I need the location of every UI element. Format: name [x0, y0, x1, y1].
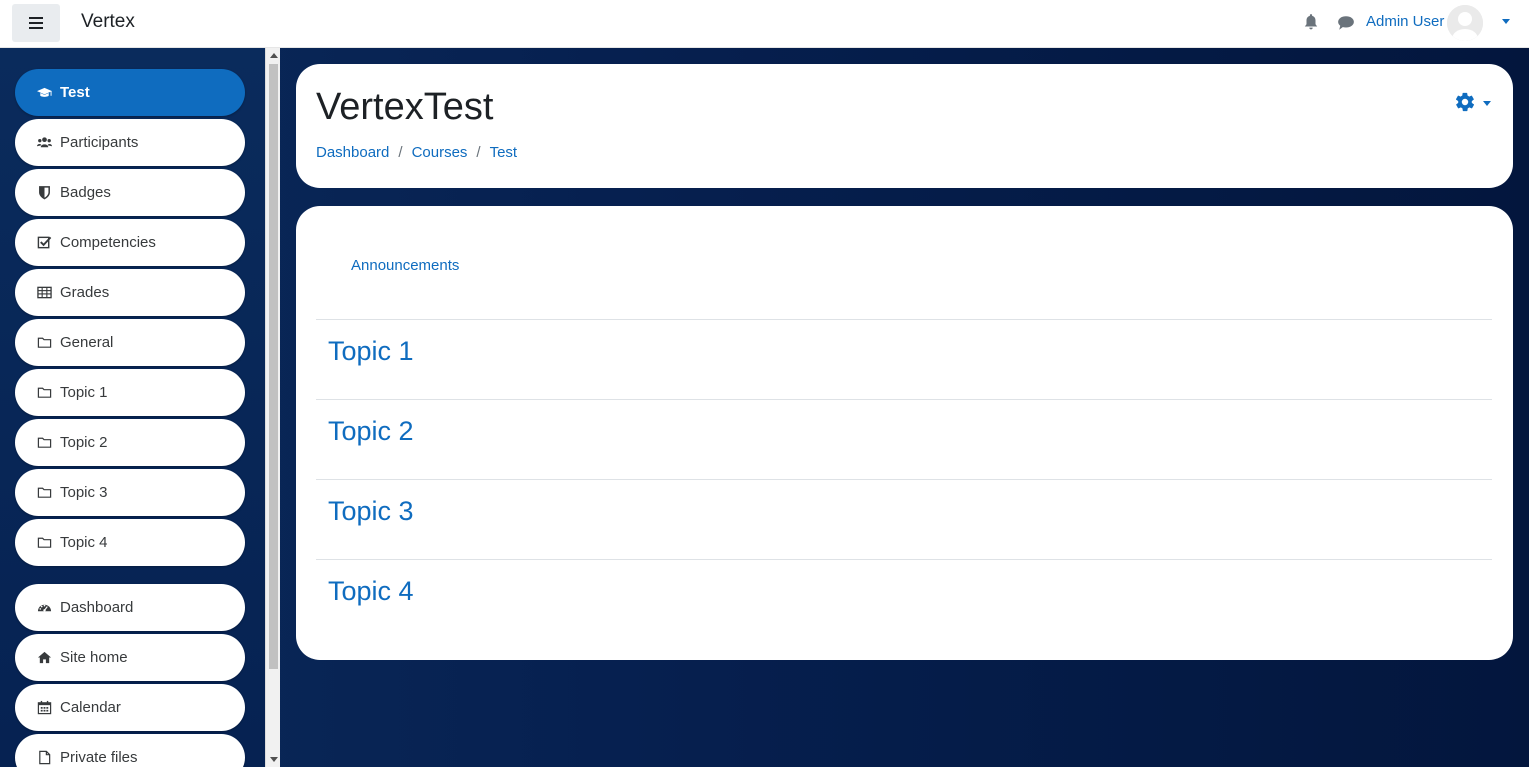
sidebar-item-grades[interactable]: Grades — [15, 269, 245, 316]
sidebar-item-label: Grades — [60, 284, 110, 301]
chat-icon[interactable] — [1337, 14, 1355, 32]
breadcrumb: Dashboard / Courses / Test — [316, 144, 517, 161]
section-title-link[interactable]: Topic 2 — [328, 416, 414, 447]
avatar[interactable] — [1447, 5, 1483, 41]
sidebar-item-label: Topic 4 — [60, 534, 108, 551]
graduation-cap-icon — [36, 85, 52, 101]
breadcrumb-courses[interactable]: Courses — [412, 144, 468, 161]
menu-icon — [29, 17, 43, 29]
sidebar-item-label: Site home — [60, 649, 128, 666]
sidebar-item-site-home[interactable]: Site home — [15, 634, 245, 681]
sidebar-scrollbar[interactable] — [265, 48, 280, 767]
sidebar-item-topic-2[interactable]: Topic 2 — [15, 419, 245, 466]
sidebar-item-label: Participants — [60, 134, 139, 151]
section-title-link[interactable]: Topic 3 — [328, 496, 414, 527]
sidebar-item-label: Test — [60, 84, 90, 101]
section-title-link[interactable]: Topic 1 — [328, 336, 414, 367]
sidebar-item-general[interactable]: General — [15, 319, 245, 366]
sidebar-item-label: Topic 1 — [60, 384, 108, 401]
section-topic-1: Topic 1 — [316, 319, 1492, 399]
users-icon — [36, 135, 52, 151]
scrollbar-thumb[interactable] — [269, 64, 278, 669]
sidebar-item-label: Competencies — [60, 234, 156, 251]
sidebar-item-label: Calendar — [60, 699, 121, 716]
folder-icon — [36, 335, 52, 351]
page-title: VertexTest — [316, 86, 494, 128]
shield-icon — [36, 185, 52, 201]
sidebar-item-competencies[interactable]: Competencies — [15, 219, 245, 266]
page-header: VertexTest Dashboard / Courses / Test — [296, 64, 1513, 188]
breadcrumb-separator: / — [476, 144, 481, 161]
folder-icon — [36, 435, 52, 451]
menu-toggle-button[interactable] — [12, 4, 60, 42]
sidebar-item-topic-1[interactable]: Topic 1 — [15, 369, 245, 416]
sidebar-item-dashboard[interactable]: Dashboard — [15, 584, 245, 631]
check-square-icon — [36, 235, 52, 251]
course-content: Announcements Topic 1 Topic 2 Topic 3 To… — [296, 206, 1513, 660]
user-menu-link[interactable]: Admin User — [1366, 13, 1444, 30]
sidebar-item-private-files[interactable]: Private files — [15, 734, 245, 767]
top-navbar: Vertex Admin User — [0, 0, 1529, 48]
sidebar-item-label: Topic 2 — [60, 434, 108, 451]
scroll-down-arrow-icon[interactable] — [270, 757, 278, 762]
folder-icon — [36, 485, 52, 501]
sidebar-item-test[interactable]: Test — [15, 69, 245, 116]
dashboard-icon — [36, 600, 52, 616]
home-icon — [36, 650, 52, 666]
announcements-link[interactable]: Announcements — [351, 257, 459, 274]
calendar-icon — [36, 700, 52, 716]
breadcrumb-separator: / — [398, 144, 403, 161]
section-topic-3: Topic 3 — [316, 479, 1492, 559]
sidebar-item-calendar[interactable]: Calendar — [15, 684, 245, 731]
sidebar-item-label: Topic 3 — [60, 484, 108, 501]
sidebar-item-topic-4[interactable]: Topic 4 — [15, 519, 245, 566]
caret-down-icon[interactable] — [1502, 19, 1510, 24]
sidebar-item-label: Dashboard — [60, 599, 134, 616]
folder-icon — [36, 535, 52, 551]
sidebar-item-label: Badges — [60, 184, 111, 201]
file-icon — [36, 750, 52, 766]
sidebar-item-badges[interactable]: Badges — [15, 169, 245, 216]
section-topic-2: Topic 2 — [316, 399, 1492, 479]
sidebar-item-topic-3[interactable]: Topic 3 — [15, 469, 245, 516]
sidebar-item-label: Private files — [60, 749, 138, 766]
section-topic-4: Topic 4 — [316, 559, 1492, 639]
site-brand[interactable]: Vertex — [81, 11, 135, 33]
caret-down-icon[interactable] — [1483, 101, 1491, 106]
breadcrumb-test[interactable]: Test — [490, 144, 518, 161]
folder-icon — [36, 385, 52, 401]
sidebar-drawer: Test Participants Badges Competencies Gr… — [0, 48, 265, 767]
sidebar-item-participants[interactable]: Participants — [15, 119, 245, 166]
section-title-link[interactable]: Topic 4 — [328, 576, 414, 607]
sidebar-item-label: General — [60, 334, 114, 351]
breadcrumb-dashboard[interactable]: Dashboard — [316, 144, 389, 161]
gear-icon[interactable] — [1454, 91, 1476, 113]
scroll-up-arrow-icon[interactable] — [270, 53, 278, 58]
bell-icon[interactable] — [1302, 13, 1320, 31]
user-icon — [1447, 5, 1483, 41]
table-icon — [36, 285, 52, 301]
